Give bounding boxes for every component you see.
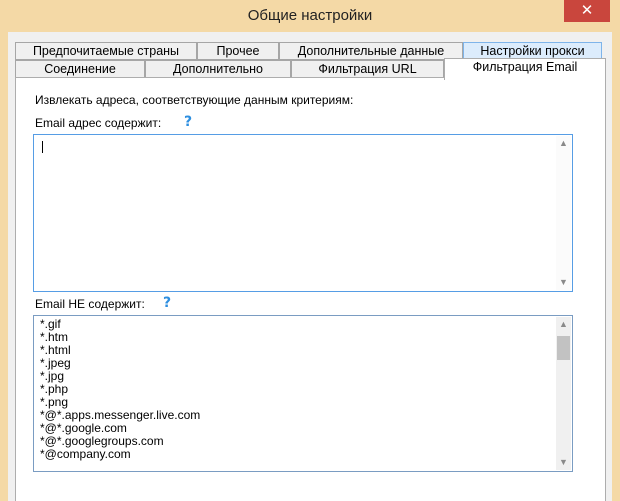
not-contains-scrollbar[interactable]: ▲ ▼ (556, 317, 571, 470)
not-contains-label: Email НЕ содержит: (35, 297, 145, 311)
not-contains-textarea[interactable]: *.gif *.htm *.html *.jpeg *.jpg *.php *.png *@*… (33, 315, 573, 472)
exclude-list-item: *.jpeg (40, 356, 71, 370)
scroll-down-arrow-icon[interactable]: ▼ (556, 455, 571, 470)
tab-connection[interactable]: Соединение (15, 60, 145, 78)
dialog-client-area: Предпочитаемые страны Прочее Дополнитель… (8, 32, 612, 501)
contains-textarea[interactable]: ▲ ▼ (33, 134, 573, 292)
intro-text: Извлекать адреса, соответствующие данным… (35, 93, 354, 107)
scroll-up-arrow-icon[interactable]: ▲ (556, 136, 571, 151)
email-filter-panel: Извлекать адреса, соответствующие данным… (15, 77, 606, 501)
close-icon: ✕ (580, 2, 594, 19)
tab-preferred-countries[interactable]: Предпочитаемые страны (15, 42, 197, 60)
help-icon[interactable]: ? (163, 295, 171, 311)
exclude-list: *.gif *.htm *.html *.jpeg *.jpg *.php *.png *@*… (40, 318, 200, 461)
contains-label: Email адрес содержит: (35, 116, 162, 130)
title-bar[interactable]: Общие настройки ✕ (0, 0, 620, 32)
tab-advanced[interactable]: Дополнительно (145, 60, 291, 78)
help-icon[interactable]: ? (184, 114, 192, 130)
close-button[interactable]: ✕ (564, 0, 610, 22)
tab-email-filter[interactable]: Фильтрация Email (444, 58, 606, 80)
scroll-up-arrow-icon[interactable]: ▲ (556, 317, 571, 332)
text-caret (42, 141, 43, 153)
contains-scrollbar[interactable]: ▲ ▼ (556, 136, 571, 290)
scroll-down-arrow-icon[interactable]: ▼ (556, 275, 571, 290)
tab-additional-data[interactable]: Дополнительные данные (279, 42, 463, 60)
tab-url-filter[interactable]: Фильтрация URL (291, 60, 444, 78)
window-title: Общие настройки (247, 7, 373, 24)
tab-misc[interactable]: Прочее (197, 42, 279, 60)
settings-window: Общие настройки ✕ Предпочитаемые страны … (0, 0, 620, 501)
exclude-list-item: *@company.com (40, 447, 131, 461)
scrollbar-thumb[interactable] (557, 336, 570, 360)
